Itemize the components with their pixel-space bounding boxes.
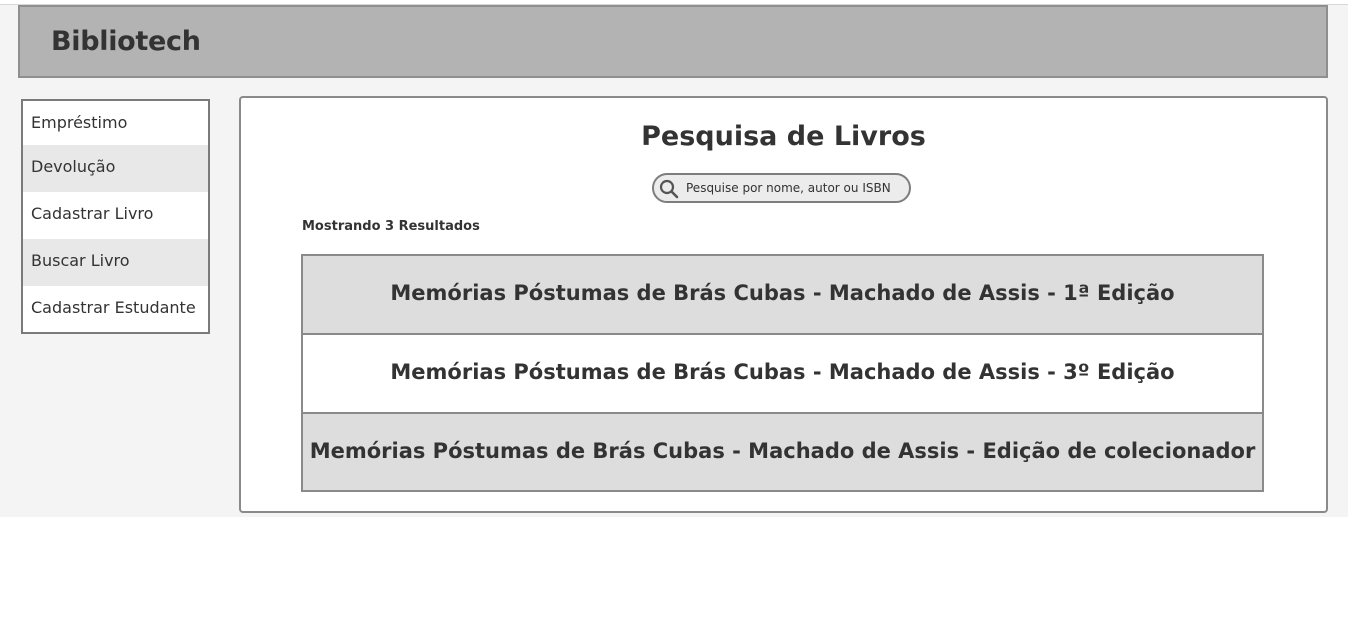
search-panel: Pesquisa de Livros Mostrando 3 Resultado… — [239, 96, 1328, 513]
app-title: Bibliotech — [51, 26, 201, 57]
sidebar-item-cadastrar-estudante[interactable]: Cadastrar Estudante — [23, 286, 208, 332]
results-count: Mostrando 3 Resultados — [302, 219, 480, 234]
sidebar-item-buscar-livro[interactable]: Buscar Livro — [23, 239, 208, 286]
search-icon[interactable] — [659, 179, 679, 199]
page-title: Pesquisa de Livros — [641, 121, 926, 152]
search-input[interactable] — [686, 177, 908, 199]
sidebar-item-devolucao[interactable]: Devolução — [23, 145, 208, 192]
sidebar-item-emprestimo[interactable]: Empréstimo — [23, 101, 208, 145]
search-box[interactable] — [652, 173, 911, 203]
sidebar-menu: Empréstimo Devolução Cadastrar Livro Bus… — [21, 99, 210, 334]
app-background: Bibliotech Empréstimo Devolução Cadastra… — [0, 0, 1348, 517]
result-item[interactable]: Memórias Póstumas de Brás Cubas - Machad… — [303, 335, 1262, 414]
result-item[interactable]: Memórias Póstumas de Brás Cubas - Machad… — [303, 256, 1262, 335]
results-list: Memórias Póstumas de Brás Cubas - Machad… — [301, 254, 1264, 492]
result-item[interactable]: Memórias Póstumas de Brás Cubas - Machad… — [303, 414, 1262, 490]
app-header: Bibliotech — [18, 5, 1328, 78]
sidebar-item-cadastrar-livro[interactable]: Cadastrar Livro — [23, 192, 208, 239]
